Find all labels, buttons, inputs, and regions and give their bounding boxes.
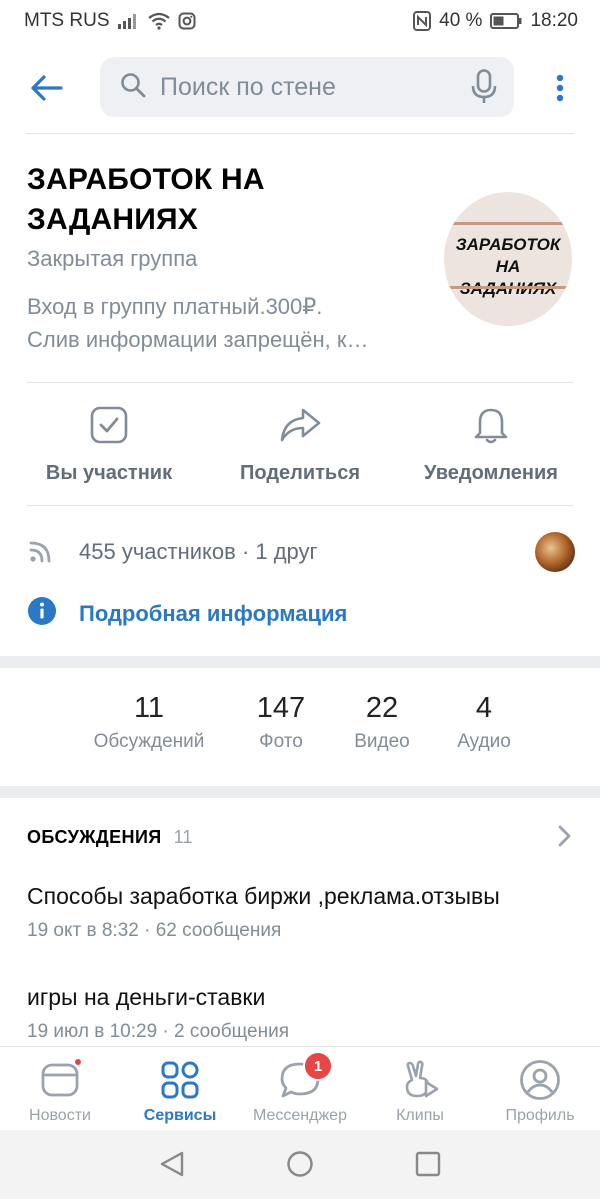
nav-back-button[interactable] (158, 1150, 186, 1183)
avatar-logo-line2: ЗАДАНИЯХ (444, 278, 572, 300)
carrier-label: MTS RUS (24, 10, 110, 31)
status-bar: MTS RUS 40 % 18:20 (0, 0, 600, 42)
triangle-back-icon (160, 1151, 184, 1177)
notifications-button[interactable]: Уведомления (396, 400, 586, 485)
nfc-icon (413, 11, 432, 31)
discussion-item[interactable]: игры на деньги-ставки 19 июл в 10:29 · 2… (27, 984, 575, 1043)
discussions-count: 11 (173, 826, 193, 847)
counter-audio[interactable]: 4 Аудио (404, 692, 564, 753)
discussion-meta: 19 окт в 8:32 · 62 сообщения (27, 920, 282, 941)
counters-row: 11 Обсуждений 147 Фото 22 Видео 4 Аудио (0, 672, 600, 782)
chevron-right-icon (557, 825, 571, 852)
bottom-tab-bar: Новости Сервисы 1 Мессенджер Клипы Профи… (0, 1046, 600, 1130)
details-link-label: Подробная информация (79, 600, 348, 626)
group-title-line1: ЗАРАБОТОК НА (27, 163, 265, 196)
group-description-line2: Слив информации запрещён, к… (27, 327, 369, 352)
section-separator (0, 656, 600, 668)
nav-home-button[interactable] (286, 1150, 314, 1183)
avatar-logo-line1: ЗАРАБОТОК НА (455, 235, 561, 276)
section-separator (0, 786, 600, 798)
counter-caption: Аудио (457, 731, 511, 752)
system-nav-bar (0, 1130, 600, 1199)
microphone-icon[interactable] (454, 69, 514, 105)
tab-messenger[interactable]: 1 Мессенджер (240, 1051, 360, 1125)
share-button-label: Поделиться (239, 462, 361, 484)
share-button[interactable]: Поделиться (205, 400, 395, 485)
messenger-icon: 1 (279, 1051, 333, 1103)
discussion-meta: 19 июл в 10:29 · 2 сообщения (27, 1021, 289, 1042)
counter-number: 4 (475, 692, 493, 724)
tab-clips[interactable]: Клипы (360, 1057, 480, 1125)
bell-icon (473, 400, 509, 450)
signal-icon (117, 13, 140, 29)
members-count: 455 участников · 1 друг (79, 539, 318, 564)
more-menu-button[interactable] (548, 68, 572, 108)
checkbox-icon (90, 400, 128, 450)
group-title-line2: ЗАДАНИЯХ (27, 203, 199, 236)
member-button[interactable]: Вы участник (14, 400, 204, 485)
avatar-logo-text: ЗАРАБОТОК НА ЗАДАНИЯХ (444, 234, 572, 300)
more-vertical-icon (556, 74, 564, 102)
tab-label: Мессенджер (253, 1107, 347, 1124)
group-description[interactable]: Вход в группу платный.300₽. Слив информа… (27, 290, 427, 356)
group-actions: Вы участник Поделиться Уведомления (0, 400, 600, 500)
discussion-title: Способы заработка биржи ,реклама.отзывы (27, 883, 500, 909)
tab-label: Сервисы (143, 1107, 217, 1124)
search-placeholder: Поиск по стене (160, 72, 336, 101)
info-icon (27, 596, 57, 631)
discussion-title: игры на деньги-ставки (27, 984, 266, 1010)
news-unread-dot (73, 1057, 83, 1067)
avatar-stripe-bottom (444, 286, 572, 289)
group-description-line1: Вход в группу платный.300₽. (27, 294, 323, 319)
details-link[interactable]: Подробная информация (27, 596, 347, 631)
services-icon (160, 1057, 200, 1103)
instagram-icon (178, 12, 196, 30)
share-icon (279, 400, 321, 450)
square-recents-icon (415, 1151, 441, 1177)
member-button-label: Вы участник (45, 462, 173, 484)
discussions-header[interactable]: ОБСУЖДЕНИЯ 11 (27, 822, 575, 852)
search-field[interactable]: Поиск по стене (100, 57, 514, 117)
back-button[interactable] (26, 68, 66, 108)
news-icon (40, 1057, 83, 1103)
battery-percent: 40 % (439, 10, 483, 31)
tab-label: Профиль (505, 1107, 575, 1124)
nav-recents-button[interactable] (414, 1150, 442, 1183)
circle-home-icon (287, 1151, 313, 1177)
tab-services[interactable]: Сервисы (120, 1057, 240, 1125)
group-type: Закрытая группа (27, 246, 198, 271)
notifications-button-label: Уведомления (424, 462, 558, 484)
tab-news[interactable]: Новости (0, 1057, 120, 1125)
tab-label: Клипы (396, 1107, 444, 1124)
discussions-title: ОБСУЖДЕНИЯ (27, 826, 162, 847)
wifi-icon (147, 12, 170, 30)
profile-icon (519, 1057, 561, 1103)
tab-profile[interactable]: Профиль (480, 1057, 600, 1125)
top-bar: Поиск по стене (0, 54, 600, 120)
followers-icon (27, 535, 57, 570)
members-row[interactable]: 455 участников · 1 друг (27, 530, 575, 574)
header-bottom-divider (26, 382, 574, 383)
search-icon (120, 72, 146, 103)
avatar-stripe-top (444, 222, 572, 225)
battery-icon (490, 13, 522, 29)
clock: 18:20 (530, 10, 578, 31)
arrow-left-icon (31, 75, 63, 101)
group-title: ЗАРАБОТОК НА ЗАДАНИЯХ (27, 160, 407, 240)
friend-avatar[interactable] (535, 532, 575, 572)
header-divider (26, 133, 574, 134)
actions-divider (26, 505, 574, 506)
clips-icon (400, 1057, 440, 1103)
discussion-item[interactable]: Способы заработка биржи ,реклама.отзывы … (27, 883, 575, 942)
messenger-badge: 1 (303, 1051, 333, 1081)
group-avatar[interactable]: ЗАРАБОТОК НА ЗАДАНИЯХ (444, 192, 572, 326)
tab-label: Новости (29, 1107, 91, 1124)
